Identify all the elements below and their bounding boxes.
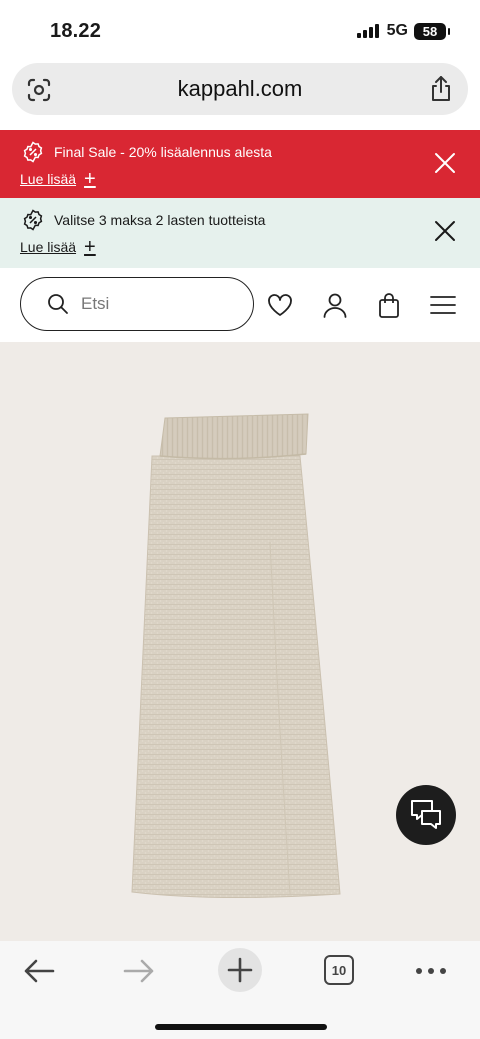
battery-level: 58: [422, 23, 438, 39]
signal-icon: [356, 24, 379, 38]
sale-read-more-label[interactable]: Lue lisää: [20, 171, 76, 187]
chat-button[interactable]: [396, 785, 456, 845]
search-placeholder[interactable]: Etsi: [81, 294, 109, 314]
promo-read-more-link[interactable]: Lue lisää +: [20, 237, 96, 257]
search-icon: [48, 294, 68, 314]
close-icon[interactable]: [434, 220, 456, 242]
battery-icon: 58: [414, 22, 450, 40]
close-icon[interactable]: [434, 152, 456, 174]
network-type: 5G: [386, 22, 408, 39]
skirt-illustration: [131, 413, 341, 899]
tabs-button[interactable]: 10: [324, 955, 354, 985]
account-icon[interactable]: [321, 291, 349, 319]
forward-icon[interactable]: [122, 954, 156, 988]
heart-icon[interactable]: [266, 291, 294, 319]
promo-banner: Valitse 3 maksa 2 lasten tuotteista Lue …: [0, 198, 480, 268]
sale-read-more-link[interactable]: Lue lisää +: [20, 169, 96, 189]
browser-toolbar: 10: [0, 941, 480, 1039]
status-bar: 18.22 5G 58: [0, 0, 480, 62]
back-icon[interactable]: [22, 954, 56, 988]
discount-icon: [23, 141, 43, 163]
status-indicators: 5G 58: [356, 22, 450, 40]
search-input[interactable]: Etsi: [20, 277, 254, 331]
url-text[interactable]: kappahl.com: [12, 76, 468, 102]
discount-icon: [23, 209, 43, 231]
plus-icon[interactable]: +: [84, 169, 96, 189]
more-icon[interactable]: [414, 954, 448, 988]
home-indicator: [155, 1024, 327, 1030]
plus-icon[interactable]: [227, 957, 253, 983]
site-header: Etsi: [0, 268, 480, 342]
chat-icon[interactable]: [408, 798, 444, 832]
bag-icon[interactable]: [375, 291, 403, 319]
menu-icon[interactable]: [429, 291, 457, 319]
product-image[interactable]: [0, 342, 480, 941]
promo-read-more-label[interactable]: Lue lisää: [20, 239, 76, 255]
tab-count[interactable]: 10: [332, 963, 346, 978]
plus-icon[interactable]: +: [84, 237, 96, 257]
promo-banner-title: Valitse 3 maksa 2 lasten tuotteista: [54, 212, 266, 228]
sale-banner-title: Final Sale - 20% lisäalennus alesta: [54, 144, 272, 160]
address-bar[interactable]: kappahl.com: [12, 63, 468, 115]
sale-banner: Final Sale - 20% lisäalennus alesta Lue …: [0, 130, 480, 198]
share-icon[interactable]: [428, 75, 454, 103]
status-time: 18.22: [50, 20, 102, 42]
new-tab-button[interactable]: [218, 948, 262, 992]
